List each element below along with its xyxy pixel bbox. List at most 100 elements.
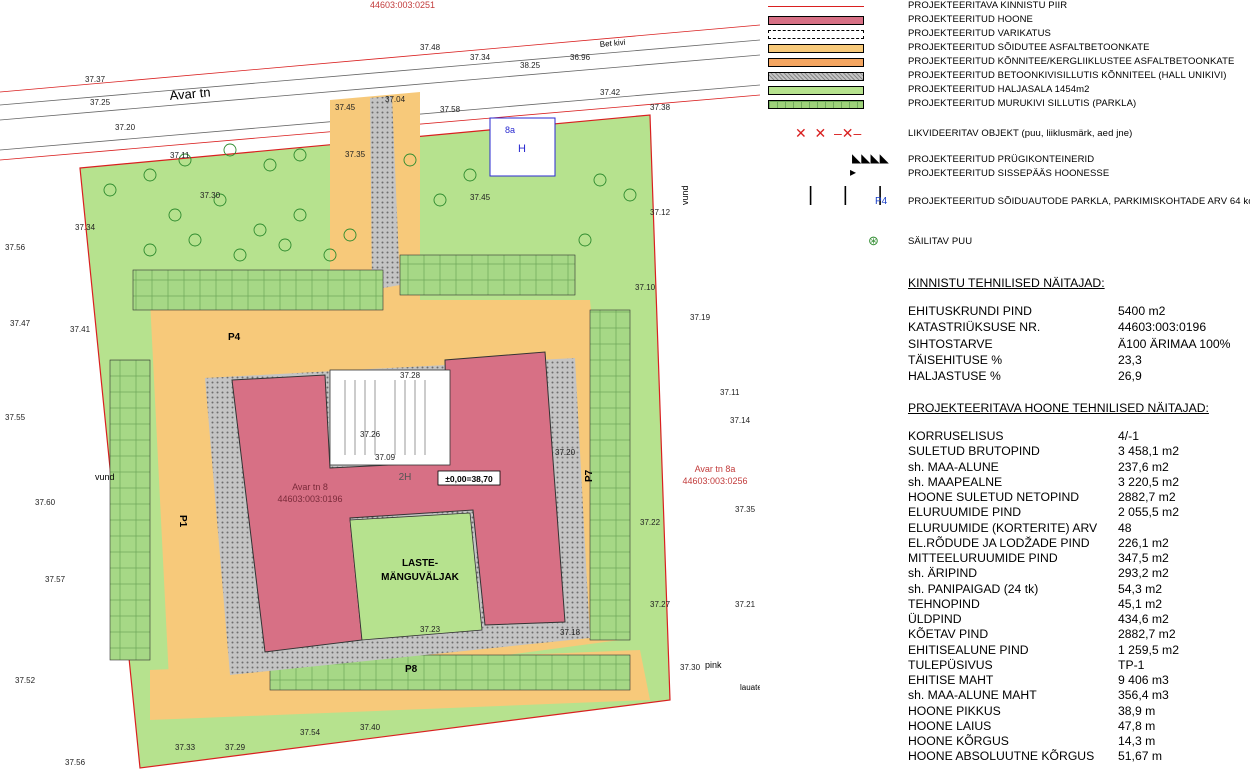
site-label: EHITUSKRUNDI PIND [908, 304, 1032, 318]
building-label: Avar tn 8 [292, 482, 328, 492]
building-label: HOONE ABSOLUUTNE KÕRGUS [908, 749, 1095, 764]
tree-icon: ⊛ [868, 233, 879, 248]
height-mark: 37.60 [35, 498, 56, 507]
legend-item-canopy: PROJEKTEERITUD VARIKATUS [760, 28, 1250, 42]
legend-swatch-building [768, 16, 864, 25]
site-value: 23,3 [1118, 352, 1142, 367]
building-label: ÜLDPIND [908, 612, 962, 626]
legend-item-removed: ✕ ✕ –✕– LIKVIDEERITAV OBJEKT (puu, liikl… [760, 125, 1250, 142]
building-row: KÕETAV PIND 2882,7 m2 [908, 627, 1248, 642]
height-mark: 37.30 [680, 663, 701, 672]
legend-item-parking: | | | P4 PROJEKTEERITUD SÕIDUAUTODE PARK… [760, 184, 1250, 220]
height-mark: 37.45 [470, 193, 491, 202]
parking-label-p8: P8 [405, 664, 418, 675]
height-mark: 37.45 [335, 103, 356, 112]
site-value: Ä100 ÄRIMAA 100% [1118, 336, 1231, 351]
building-value: 434,6 m2 [1118, 612, 1169, 626]
building-value: 3 458,1 m2 [1118, 444, 1179, 459]
site-label: SIHTOSTARVE [908, 336, 993, 351]
legend-swatch-sidewalk-asphalt [768, 58, 864, 67]
site-row: HALJASTUSE % 26,9 [908, 369, 1248, 384]
height-mark: 37.23 [420, 625, 441, 634]
building-row: sh. MAA-ALUNE 237,6 m2 [908, 460, 1248, 475]
zero-level: ±0,00=38,70 [445, 474, 493, 484]
building-row: KORRUSELISUS 4/-1 [908, 429, 1248, 444]
height-mark: 37.41 [70, 325, 91, 334]
height-mark: 37.19 [690, 313, 711, 322]
building-label: sh. ÄRIPIND [908, 566, 978, 581]
height-mark: 37.48 [420, 43, 441, 52]
sign-pink: pink [705, 660, 722, 670]
height-mark: 37.40 [360, 723, 381, 732]
height-mark: 36.96 [570, 53, 591, 62]
site-plan: LASTE- MÄNGUVÄLJAK 8a H Avar tn 44603:00… [0, 0, 760, 770]
height-mark: 37.56 [5, 243, 26, 252]
building-row: MITTEELURUUMIDE PIND 347,5 m2 [908, 551, 1248, 566]
height-mark: 37.56 [65, 758, 86, 767]
height-mark: 37.14 [730, 416, 751, 425]
legend-item-boundary: PROJEKTEERITAVA KINNISTU PIIR [760, 0, 1250, 14]
site-row: SIHTOSTARVE Ä100 ÄRIMAA 100% [908, 337, 1248, 352]
height-mark: 37.04 [385, 95, 406, 104]
legend-label-green: PROJEKTEERITUD HALJASALA 1454m2 [908, 84, 1090, 95]
building-label: KORRUSELISUS [908, 429, 1004, 443]
playground-label-1: LASTE- [402, 558, 438, 569]
playground-label-2: MÄNGUVÄLJAK [381, 570, 460, 583]
building-label: TEHNOPIND [908, 596, 980, 611]
height-mark: 37.42 [600, 88, 621, 97]
building-label: EHITISE MAHT [908, 673, 994, 687]
building-row: HOONE PIKKUS 38,9 m [908, 704, 1248, 719]
legend-label-road-asphalt: PROJEKTEERITUD SÕIDUTEE ASFALTBETOONKATE [908, 42, 1150, 53]
building-value: 48 [1118, 520, 1132, 535]
container-icon: ◣◣◣◣ [852, 151, 889, 165]
neighbor-label: Avar tn 8a [695, 464, 736, 474]
site-value: 5400 m2 [1118, 304, 1166, 318]
building-label: sh. MAAPEALNE [908, 474, 1003, 489]
legend-item-entrance: ▸ PROJEKTEERITUD SISSEPÄÄS HOONESSE [760, 165, 1250, 182]
site-label: KATASTRIÜKSUSE NR. [908, 320, 1041, 335]
height-mark: 37.34 [75, 223, 96, 232]
building-row: SULETUD BRUTOPIND 3 458,1 m2 [908, 444, 1248, 459]
height-mark: 37.30 [200, 191, 221, 200]
parking-label-p1: P1 [177, 515, 188, 528]
legend-swatch-road-asphalt [768, 44, 864, 53]
legend-label-grass-paver: PROJEKTEERITUD MURUKIVI SILLUTIS (PARKLA… [908, 98, 1137, 109]
height-mark: 37.25 [90, 98, 111, 107]
legend-item-sidewalk-asphalt: PROJEKTEERITUD KÕNNITEE/KERGLIIKLUSTEE A… [760, 56, 1250, 70]
building-cadastre: 44603:003:0196 [277, 494, 342, 504]
height-mark: 38.25 [520, 61, 541, 70]
building-row: HOONE LAIUS 47,8 m [908, 719, 1248, 734]
building-label: HOONE KÕRGUS [908, 734, 1009, 748]
legend-swatch-green [768, 86, 864, 95]
building-value: 45,1 m2 [1118, 596, 1163, 611]
legend-item-tree: ⊛ SÄILITAV PUU [760, 233, 1250, 250]
legend-label-entrance: PROJEKTEERITUD SISSEPÄÄS HOONESSE [908, 168, 1110, 179]
height-mark: 37.28 [400, 371, 421, 380]
entrance-arrow-icon: ▸ [850, 165, 857, 179]
height-mark: 37.18 [560, 628, 581, 637]
building-label: HOONE LAIUS [908, 718, 992, 733]
legend-swatch-paving [768, 72, 864, 81]
site-label: HALJASTUSE % [908, 369, 1001, 384]
site-table-title: KINNISTU TEHNILISED NÄITAJAD: [908, 276, 1105, 290]
legend-item-green: PROJEKTEERITUD HALJASALA 1454m2 [760, 84, 1250, 98]
height-mark: 37.35 [345, 150, 366, 159]
small-building-letter: H [518, 143, 526, 155]
height-mark: 37.29 [225, 743, 246, 752]
height-mark: 37.54 [300, 728, 321, 737]
building-row: ELURUUMIDE (KORTERITE) ARV 48 [908, 521, 1248, 536]
building-row: sh. PANIPAIGAD (24 tk) 54,3 m2 [908, 582, 1248, 597]
height-mark: 37.21 [735, 600, 756, 609]
building-row: TULEPÜSIVUS TP-1 [908, 658, 1248, 673]
height-mark: 37.47 [10, 319, 31, 328]
building-row: ÜLDPIND 434,6 m2 [908, 612, 1248, 627]
legend-item-containers: ◣◣◣◣ PROJEKTEERITUD PRÜGIKONTEINERID [760, 151, 1250, 168]
building-row: EL.RÕDUDE JA LODŽADE PIND 226,1 m2 [908, 536, 1248, 551]
stairwell [329, 369, 451, 466]
site-value: 44603:003:0196 [1118, 320, 1207, 335]
height-mark: 37.38 [650, 103, 671, 112]
building-value: 2882,7 m2 [1118, 627, 1176, 642]
building-value: 47,8 m [1118, 718, 1156, 733]
building-value: 4/-1 [1118, 429, 1140, 443]
building-label: sh. MAA-ALUNE [908, 459, 999, 474]
